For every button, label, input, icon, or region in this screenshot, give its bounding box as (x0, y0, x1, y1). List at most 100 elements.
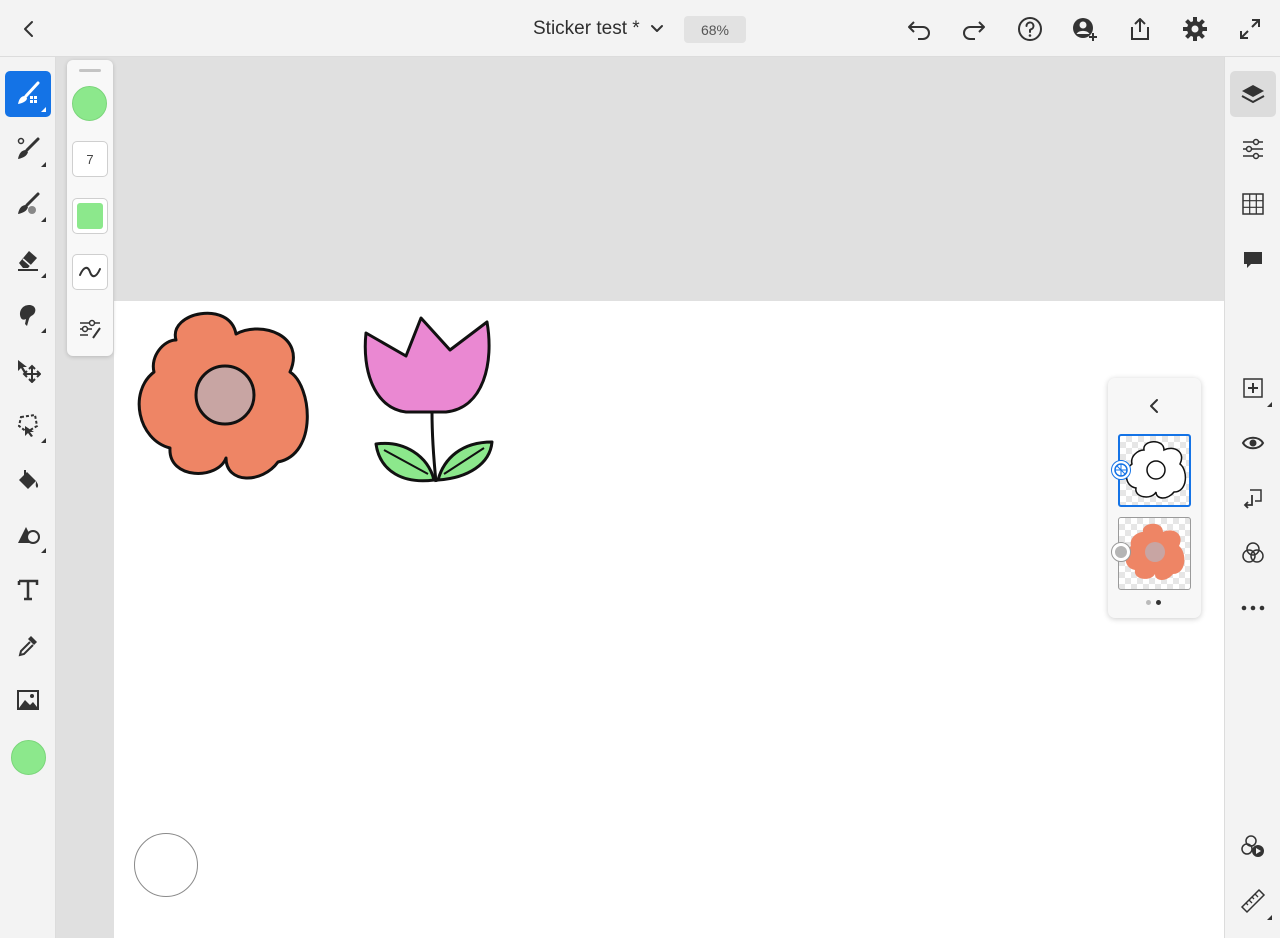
visibility-button[interactable] (1230, 420, 1276, 466)
back-button[interactable] (12, 12, 46, 46)
layers-button[interactable] (1230, 71, 1276, 117)
tools-toolbar (0, 57, 56, 938)
touch-modifier-button[interactable] (134, 833, 198, 897)
ruler-button[interactable] (1230, 878, 1276, 924)
chevron-left-icon (1150, 399, 1158, 413)
stroke-wave-icon (79, 266, 101, 278)
blend-modes-button[interactable] (1230, 530, 1276, 576)
comments-button[interactable] (1230, 237, 1276, 283)
redo-icon (963, 21, 985, 40)
page-dot[interactable] (1146, 600, 1151, 605)
more-button[interactable] (1230, 585, 1276, 631)
add-layer-icon (1243, 378, 1263, 398)
panel-drag-handle[interactable] (79, 69, 101, 72)
artboard[interactable] (114, 301, 1224, 938)
collapse-layers-button[interactable] (1144, 396, 1164, 416)
layer-select-handle[interactable] (1111, 460, 1131, 480)
paint-brush-icon (17, 137, 40, 159)
help-button[interactable] (1013, 12, 1047, 46)
invite-user-icon (1073, 18, 1097, 41)
chevron-down-icon (651, 25, 663, 32)
document-menu-button[interactable] (640, 12, 674, 46)
eraser-tool[interactable] (5, 237, 51, 283)
add-layer-button[interactable] (1230, 365, 1276, 411)
eyedropper-icon (18, 636, 37, 657)
redo-button[interactable] (957, 12, 991, 46)
fill-tool[interactable] (5, 457, 51, 503)
smudge-icon (19, 305, 36, 326)
zoom-level[interactable]: 68% (684, 16, 746, 43)
settings-button[interactable] (1178, 12, 1212, 46)
symmetry-button[interactable] (1230, 823, 1276, 869)
artwork (137, 311, 494, 483)
right-toolbar (1224, 57, 1280, 938)
invite-button[interactable] (1068, 12, 1102, 46)
canvas-background-strip (56, 301, 114, 938)
more-tools-indicator (41, 548, 46, 553)
lasso-icon (17, 413, 39, 437)
layers-panel (1108, 378, 1201, 618)
eyedropper-tool[interactable] (5, 622, 51, 668)
merge-down-icon (1243, 489, 1262, 509)
undo-icon (908, 21, 930, 40)
more-options-indicator (1267, 402, 1272, 407)
eye-icon (1241, 436, 1265, 450)
layer-select-handle[interactable] (1111, 542, 1131, 562)
shapes-icon (18, 527, 40, 544)
paint-bucket-icon (19, 470, 39, 489)
pixel-brush-tool[interactable] (5, 71, 51, 117)
undo-button[interactable] (902, 12, 936, 46)
layer-page-indicator (1146, 600, 1161, 605)
smudge-tool[interactable] (5, 292, 51, 338)
brush-swatch-button[interactable] (72, 198, 108, 234)
brush-settings-button[interactable] (72, 311, 108, 347)
ruler-icon (1240, 888, 1266, 914)
more-options-indicator (1267, 915, 1272, 920)
more-tools-indicator (41, 217, 46, 222)
grid-button[interactable] (1230, 181, 1276, 227)
move-tool[interactable] (5, 347, 51, 393)
blend-modes-icon (1242, 542, 1264, 563)
lasso-select-tool[interactable] (5, 402, 51, 448)
brush-color-button[interactable] (72, 86, 107, 121)
image-icon (17, 690, 39, 710)
share-button[interactable] (1123, 12, 1157, 46)
paint-brush-tool[interactable] (5, 126, 51, 172)
more-icon (1241, 605, 1265, 611)
layer-dot-icon (1115, 546, 1127, 558)
brush-properties-panel: 7 (67, 60, 113, 356)
top-bar: Sticker test * 68% (0, 0, 1280, 57)
comment-icon (1244, 252, 1262, 268)
canvas-background (56, 57, 1224, 301)
document-title[interactable]: Sticker test * (533, 18, 640, 40)
help-icon (1018, 17, 1042, 41)
more-tools-indicator (41, 273, 46, 278)
merge-down-button[interactable] (1230, 475, 1276, 521)
blend-brush-tool[interactable] (5, 181, 51, 227)
grid-dots-icon (1114, 463, 1128, 477)
move-icon (18, 360, 41, 383)
tulip-drawing (363, 316, 494, 483)
shapes-tool[interactable] (5, 512, 51, 558)
more-tools-indicator (41, 438, 46, 443)
color-picker-button[interactable] (11, 740, 46, 775)
brush-stroke-button[interactable] (72, 254, 108, 290)
expand-icon (1240, 19, 1260, 39)
eraser-icon (18, 251, 38, 271)
orange-flower-drawing (137, 311, 309, 480)
fullscreen-button[interactable] (1233, 12, 1267, 46)
chevron-left-icon (24, 21, 33, 37)
more-tools-indicator (41, 162, 46, 167)
page-dot-active[interactable] (1156, 600, 1161, 605)
more-tools-indicator (41, 107, 46, 112)
more-tools-indicator (41, 328, 46, 333)
brush-size-field[interactable]: 7 (72, 141, 108, 177)
adjustments-icon (1243, 138, 1263, 160)
brush-settings-icon (80, 319, 101, 339)
symmetry-icon (1241, 835, 1264, 857)
text-tool[interactable] (5, 567, 51, 613)
blend-brush-icon (18, 192, 40, 214)
adjustments-button[interactable] (1230, 126, 1276, 172)
layers-icon (1241, 85, 1265, 104)
image-tool[interactable] (5, 677, 51, 723)
